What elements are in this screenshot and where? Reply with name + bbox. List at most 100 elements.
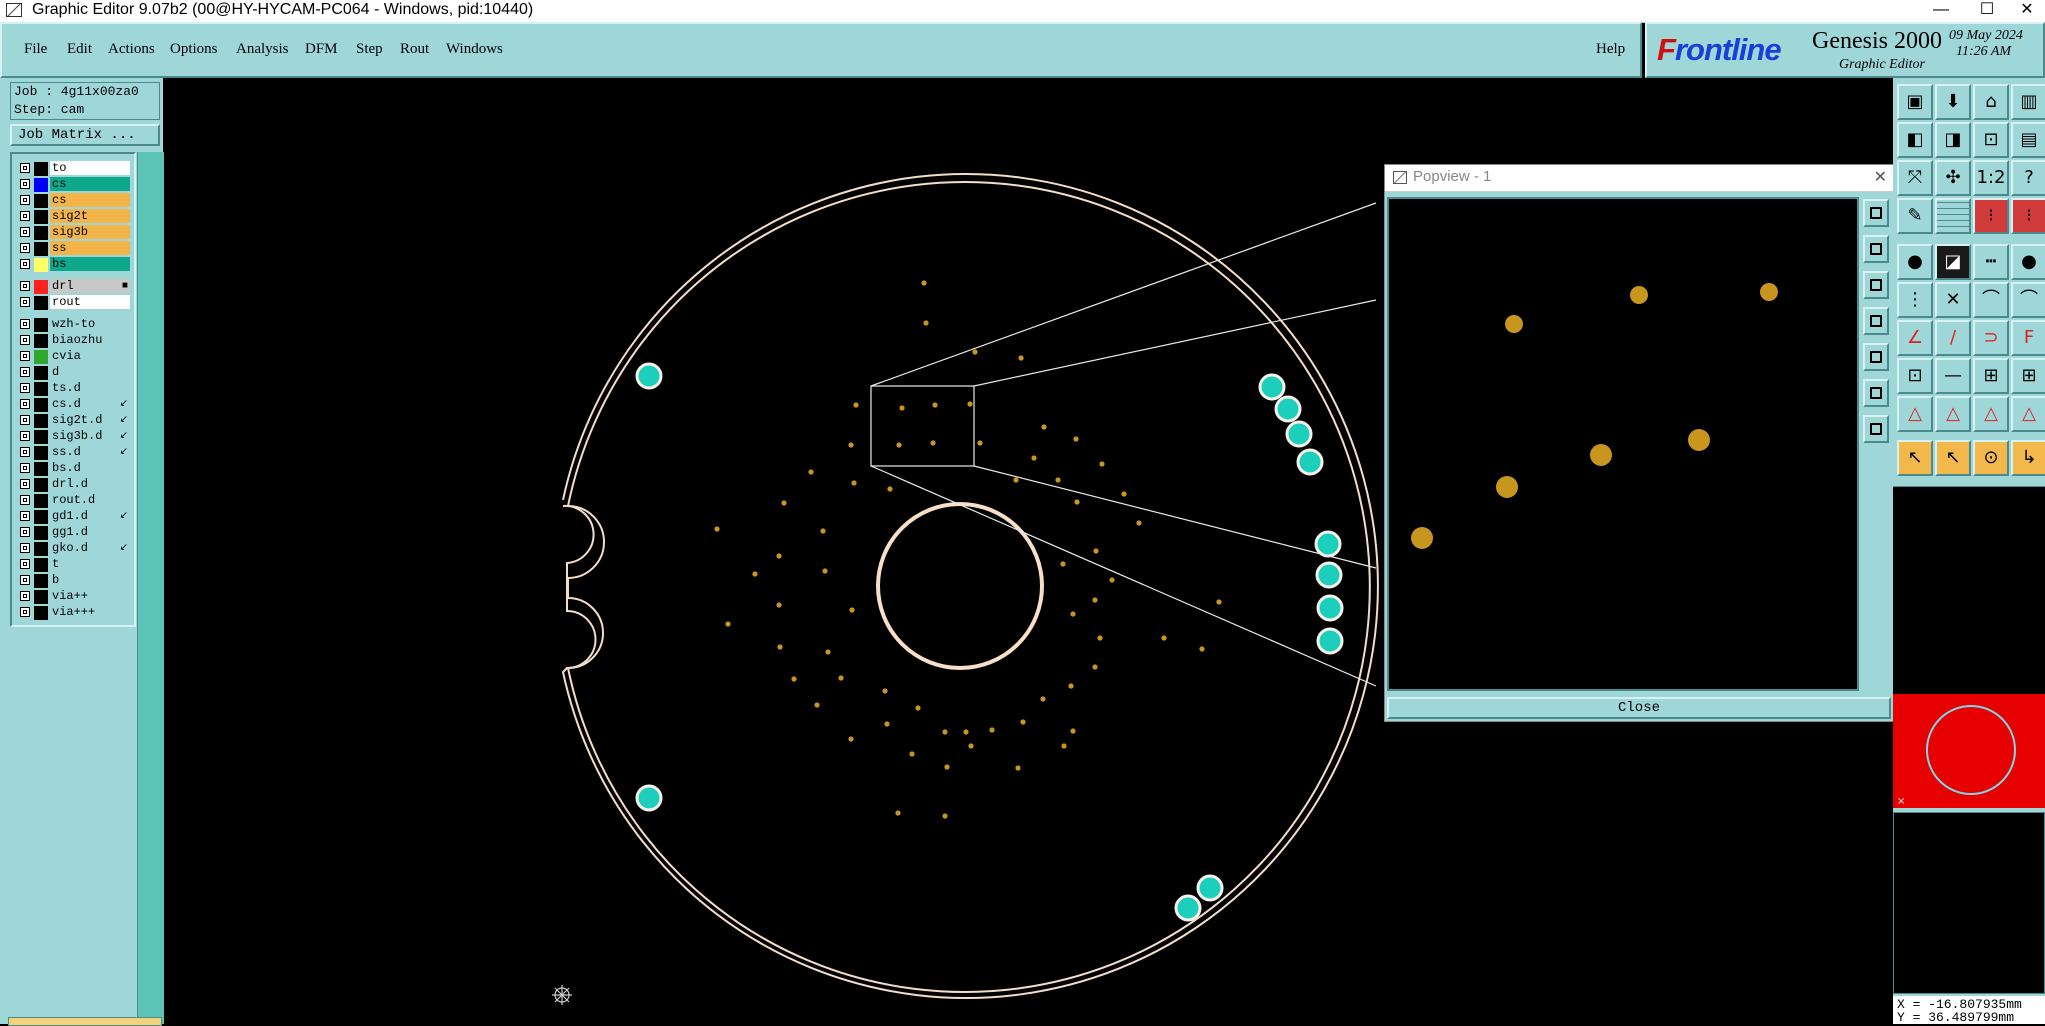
layer-row[interactable]: drl.d (12, 476, 138, 492)
layer-color-swatch[interactable] (34, 510, 48, 524)
popview-pan-left-button[interactable] (1863, 307, 1889, 335)
layer-row[interactable]: via+++ (12, 604, 138, 620)
layer-visibility-checkbox[interactable] (20, 543, 30, 553)
layer-color-swatch[interactable] (34, 162, 48, 176)
layer-name[interactable]: gg1.d (50, 525, 130, 539)
menu-windows[interactable]: Windows (446, 41, 503, 58)
dash-button[interactable]: ┅ (1973, 244, 2009, 280)
layer-visibility-checkbox[interactable] (20, 591, 30, 601)
popview-save-button[interactable] (1863, 271, 1889, 299)
layer-row[interactable]: rout (12, 294, 138, 310)
layer-row[interactable]: biaozhu (12, 332, 138, 348)
snap-red-button[interactable]: ⁝ (1973, 198, 2009, 234)
layer-name[interactable]: cvia (50, 349, 130, 363)
layer-row[interactable]: sig3b.d ↙ (12, 428, 138, 444)
layer-color-swatch[interactable] (34, 462, 48, 476)
popview-zoom-out-button[interactable] (1863, 235, 1889, 263)
menu-analysis[interactable]: Analysis (236, 41, 289, 58)
layer-color-swatch[interactable] (34, 430, 48, 444)
layer-color-swatch[interactable] (34, 210, 48, 224)
layer-row[interactable]: rout.d (12, 492, 138, 508)
fit-button[interactable]: ⊡ (1973, 122, 2009, 158)
layer-name[interactable]: via++ (50, 589, 130, 603)
minus-button[interactable]: — (1935, 358, 1971, 394)
layer-visibility-checkbox[interactable] (20, 351, 30, 361)
layer-name[interactable]: via+++ (50, 605, 130, 619)
layer-row[interactable]: bs (12, 256, 138, 272)
snap-red2-button[interactable]: ⁝ (2011, 198, 2045, 234)
layer-color-swatch[interactable] (34, 194, 48, 208)
split-button[interactable]: ▤ (2011, 122, 2045, 158)
layer-color-swatch[interactable] (34, 398, 48, 412)
layer-color-swatch[interactable] (34, 446, 48, 460)
layer-row[interactable]: cs (12, 192, 138, 208)
minimize-button[interactable]: — (1918, 0, 1964, 22)
layer-row[interactable]: to (12, 160, 138, 176)
layer-name[interactable]: gd1.d ↙ (50, 509, 130, 523)
layers-button[interactable]: ▣ (1897, 84, 1933, 120)
popview-zoom-in-button[interactable] (1863, 199, 1889, 227)
layer-name[interactable]: rout (50, 295, 130, 309)
menu-options[interactable]: Options (170, 41, 218, 58)
menu-help[interactable]: Help (1596, 41, 1625, 58)
layer-color-swatch[interactable] (34, 558, 48, 572)
layer-name[interactable]: drl ■ (50, 279, 130, 293)
layer-row[interactable]: bs.d (12, 460, 138, 476)
layer-row[interactable]: gd1.d ↙ (12, 508, 138, 524)
layer-visibility-checkbox[interactable] (20, 511, 30, 521)
group-button[interactable]: ⊞ (2011, 358, 2045, 394)
triangle-button[interactable]: △ (1897, 396, 1933, 432)
layer-row[interactable]: drl ■ (12, 278, 138, 294)
menu-rout[interactable]: Rout (400, 41, 429, 58)
layer-name[interactable]: drl.d (50, 477, 130, 491)
layer-row[interactable]: sig2t (12, 208, 138, 224)
layer-name[interactable]: ts.d (50, 381, 130, 395)
layer-color-swatch[interactable] (34, 574, 48, 588)
layer-row[interactable]: d (12, 364, 138, 380)
arc-add-button[interactable]: ⊃ (1973, 320, 2009, 356)
zoom-left-button[interactable]: ◧ (1897, 122, 1933, 158)
line-red-button[interactable]: ◪ (1935, 244, 1971, 280)
layer-color-swatch[interactable] (34, 542, 48, 556)
menu-actions[interactable]: Actions (108, 41, 155, 58)
layer-visibility-checkbox[interactable] (20, 163, 30, 173)
triangle2-button[interactable]: △ (1935, 396, 1971, 432)
layer-name[interactable]: bs.d (50, 461, 130, 475)
menu-dfm[interactable]: DFM (305, 41, 338, 58)
layer-color-swatch[interactable] (34, 280, 48, 294)
layer-name[interactable]: d (50, 365, 130, 379)
layer-visibility-checkbox[interactable] (20, 211, 30, 221)
popview-center-button[interactable] (1863, 415, 1889, 443)
layer-visibility-checkbox[interactable] (20, 243, 30, 253)
dot-button[interactable]: ● (2011, 244, 2045, 280)
overview-map[interactable]: × (1893, 694, 2045, 808)
layer-row[interactable]: ts.d (12, 380, 138, 396)
layer-row[interactable]: wzh-to (12, 316, 138, 332)
layer-color-swatch[interactable] (34, 350, 48, 364)
layer-visibility-checkbox[interactable] (20, 319, 30, 329)
job-matrix-button[interactable]: Job Matrix ... (10, 124, 160, 146)
layer-color-swatch[interactable] (34, 366, 48, 380)
layer-visibility-checkbox[interactable] (20, 383, 30, 393)
layer-color-swatch[interactable] (34, 478, 48, 492)
layer-visibility-checkbox[interactable] (20, 559, 30, 569)
layer-name[interactable]: sig3b (50, 225, 130, 239)
layer-name[interactable]: to (50, 161, 130, 175)
layer-color-swatch[interactable] (34, 226, 48, 240)
layer-row[interactable]: ss (12, 240, 138, 256)
layer-color-swatch[interactable] (34, 526, 48, 540)
popview-close-button[interactable]: Close (1387, 697, 1891, 719)
layer-visibility-checkbox[interactable] (20, 195, 30, 205)
layer-list-scrollbar[interactable] (137, 152, 164, 1024)
layer-visibility-checkbox[interactable] (20, 335, 30, 345)
layer-row[interactable]: b (12, 572, 138, 588)
pad-arc-button[interactable]: ⌒ (2011, 282, 2045, 318)
fit-screen-button[interactable]: ⤧ (1897, 160, 1933, 196)
popview-canvas[interactable] (1387, 197, 1859, 691)
layer-name[interactable]: ss (50, 241, 130, 255)
layer-color-swatch[interactable] (34, 178, 48, 192)
layer-visibility-checkbox[interactable] (20, 297, 30, 307)
layer-visibility-checkbox[interactable] (20, 259, 30, 269)
layer-name[interactable]: gko.d ↙ (50, 541, 130, 555)
layer-visibility-checkbox[interactable] (20, 399, 30, 409)
